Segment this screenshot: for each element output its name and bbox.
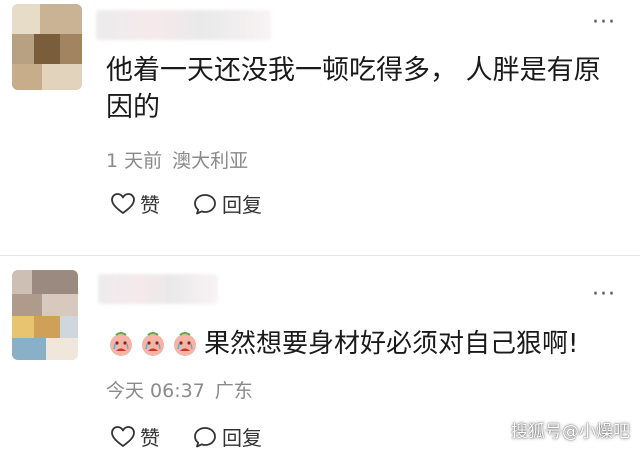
comment-meta: 1 天前 澳大利亚	[106, 146, 258, 173]
avatar[interactable]	[12, 270, 78, 360]
crying-emoji-icon	[140, 331, 166, 357]
watermark: 搜狐号@小燥吧	[511, 422, 630, 442]
speech-bubble-icon	[194, 193, 216, 214]
like-button[interactable]: 赞	[110, 422, 160, 450]
more-dots-icon[interactable]: ···	[592, 284, 616, 306]
comment-time: 今天 06:37	[106, 380, 205, 402]
username-blurred[interactable]	[98, 274, 218, 304]
reply-button[interactable]: 回复	[192, 189, 262, 218]
comment-meta: 今天 06:37 广东	[106, 376, 263, 403]
crying-emoji-icon	[108, 331, 134, 357]
comment-text: 果然想要身材好必须对自己狠啊!	[204, 329, 579, 359]
reply-label: 回复	[222, 426, 262, 450]
comment-location: 澳大利亚	[172, 150, 249, 172]
comment-time: 1 天前	[106, 150, 163, 172]
like-label: 赞	[140, 426, 160, 450]
reply-button[interactable]: 回复	[192, 422, 262, 450]
more-dots-icon[interactable]: ···	[592, 12, 616, 34]
comment-text: 他着一天还没我一顿吃得多， 人胖是有原因的	[106, 55, 601, 123]
heart-icon	[111, 425, 135, 447]
username-blurred[interactable]	[96, 10, 271, 40]
speech-bubble-icon	[194, 426, 216, 447]
like-label: 赞	[140, 193, 160, 217]
heart-icon	[111, 192, 135, 214]
like-button[interactable]: 赞	[110, 189, 160, 218]
crying-emoji-icon	[172, 331, 198, 357]
comment-location: 广东	[214, 380, 253, 402]
reply-label: 回复	[222, 193, 262, 217]
comment-text-row: 果然想要身材好必须对自己狠啊!	[108, 326, 578, 362]
comment-item-1: ··· 他着一天还没我一顿吃得多， 人胖是有原因的 1 天前 澳大利亚 赞 回复	[0, 0, 640, 240]
avatar[interactable]	[12, 4, 82, 90]
